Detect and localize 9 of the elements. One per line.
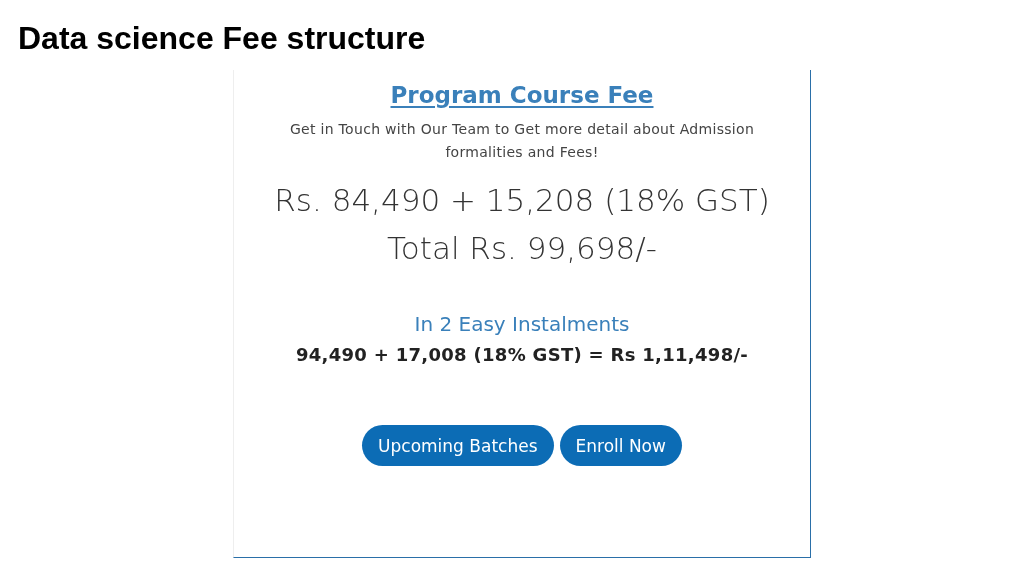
- program-fee-link[interactable]: Program Course Fee: [390, 82, 654, 108]
- slide-title: Data science Fee structure: [18, 20, 426, 57]
- action-button[interactable]: Enroll Now: [559, 425, 682, 466]
- action-button[interactable]: Upcoming Batches: [362, 425, 554, 466]
- instalment-heading: In 2 Easy Instalments: [414, 312, 630, 336]
- instalment-detail: 94,490 + 17,008 (18% GST) = Rs 1,11,498/-: [295, 344, 749, 365]
- price-text: Rs. 84,490 + 15,208 (18% GST): [274, 181, 770, 220]
- price-text: Total Rs. 99,698/-: [387, 229, 657, 268]
- description-text: Get in Touch with Our Team to Get more detail about Admission formalities and Fees!: [288, 120, 756, 162]
